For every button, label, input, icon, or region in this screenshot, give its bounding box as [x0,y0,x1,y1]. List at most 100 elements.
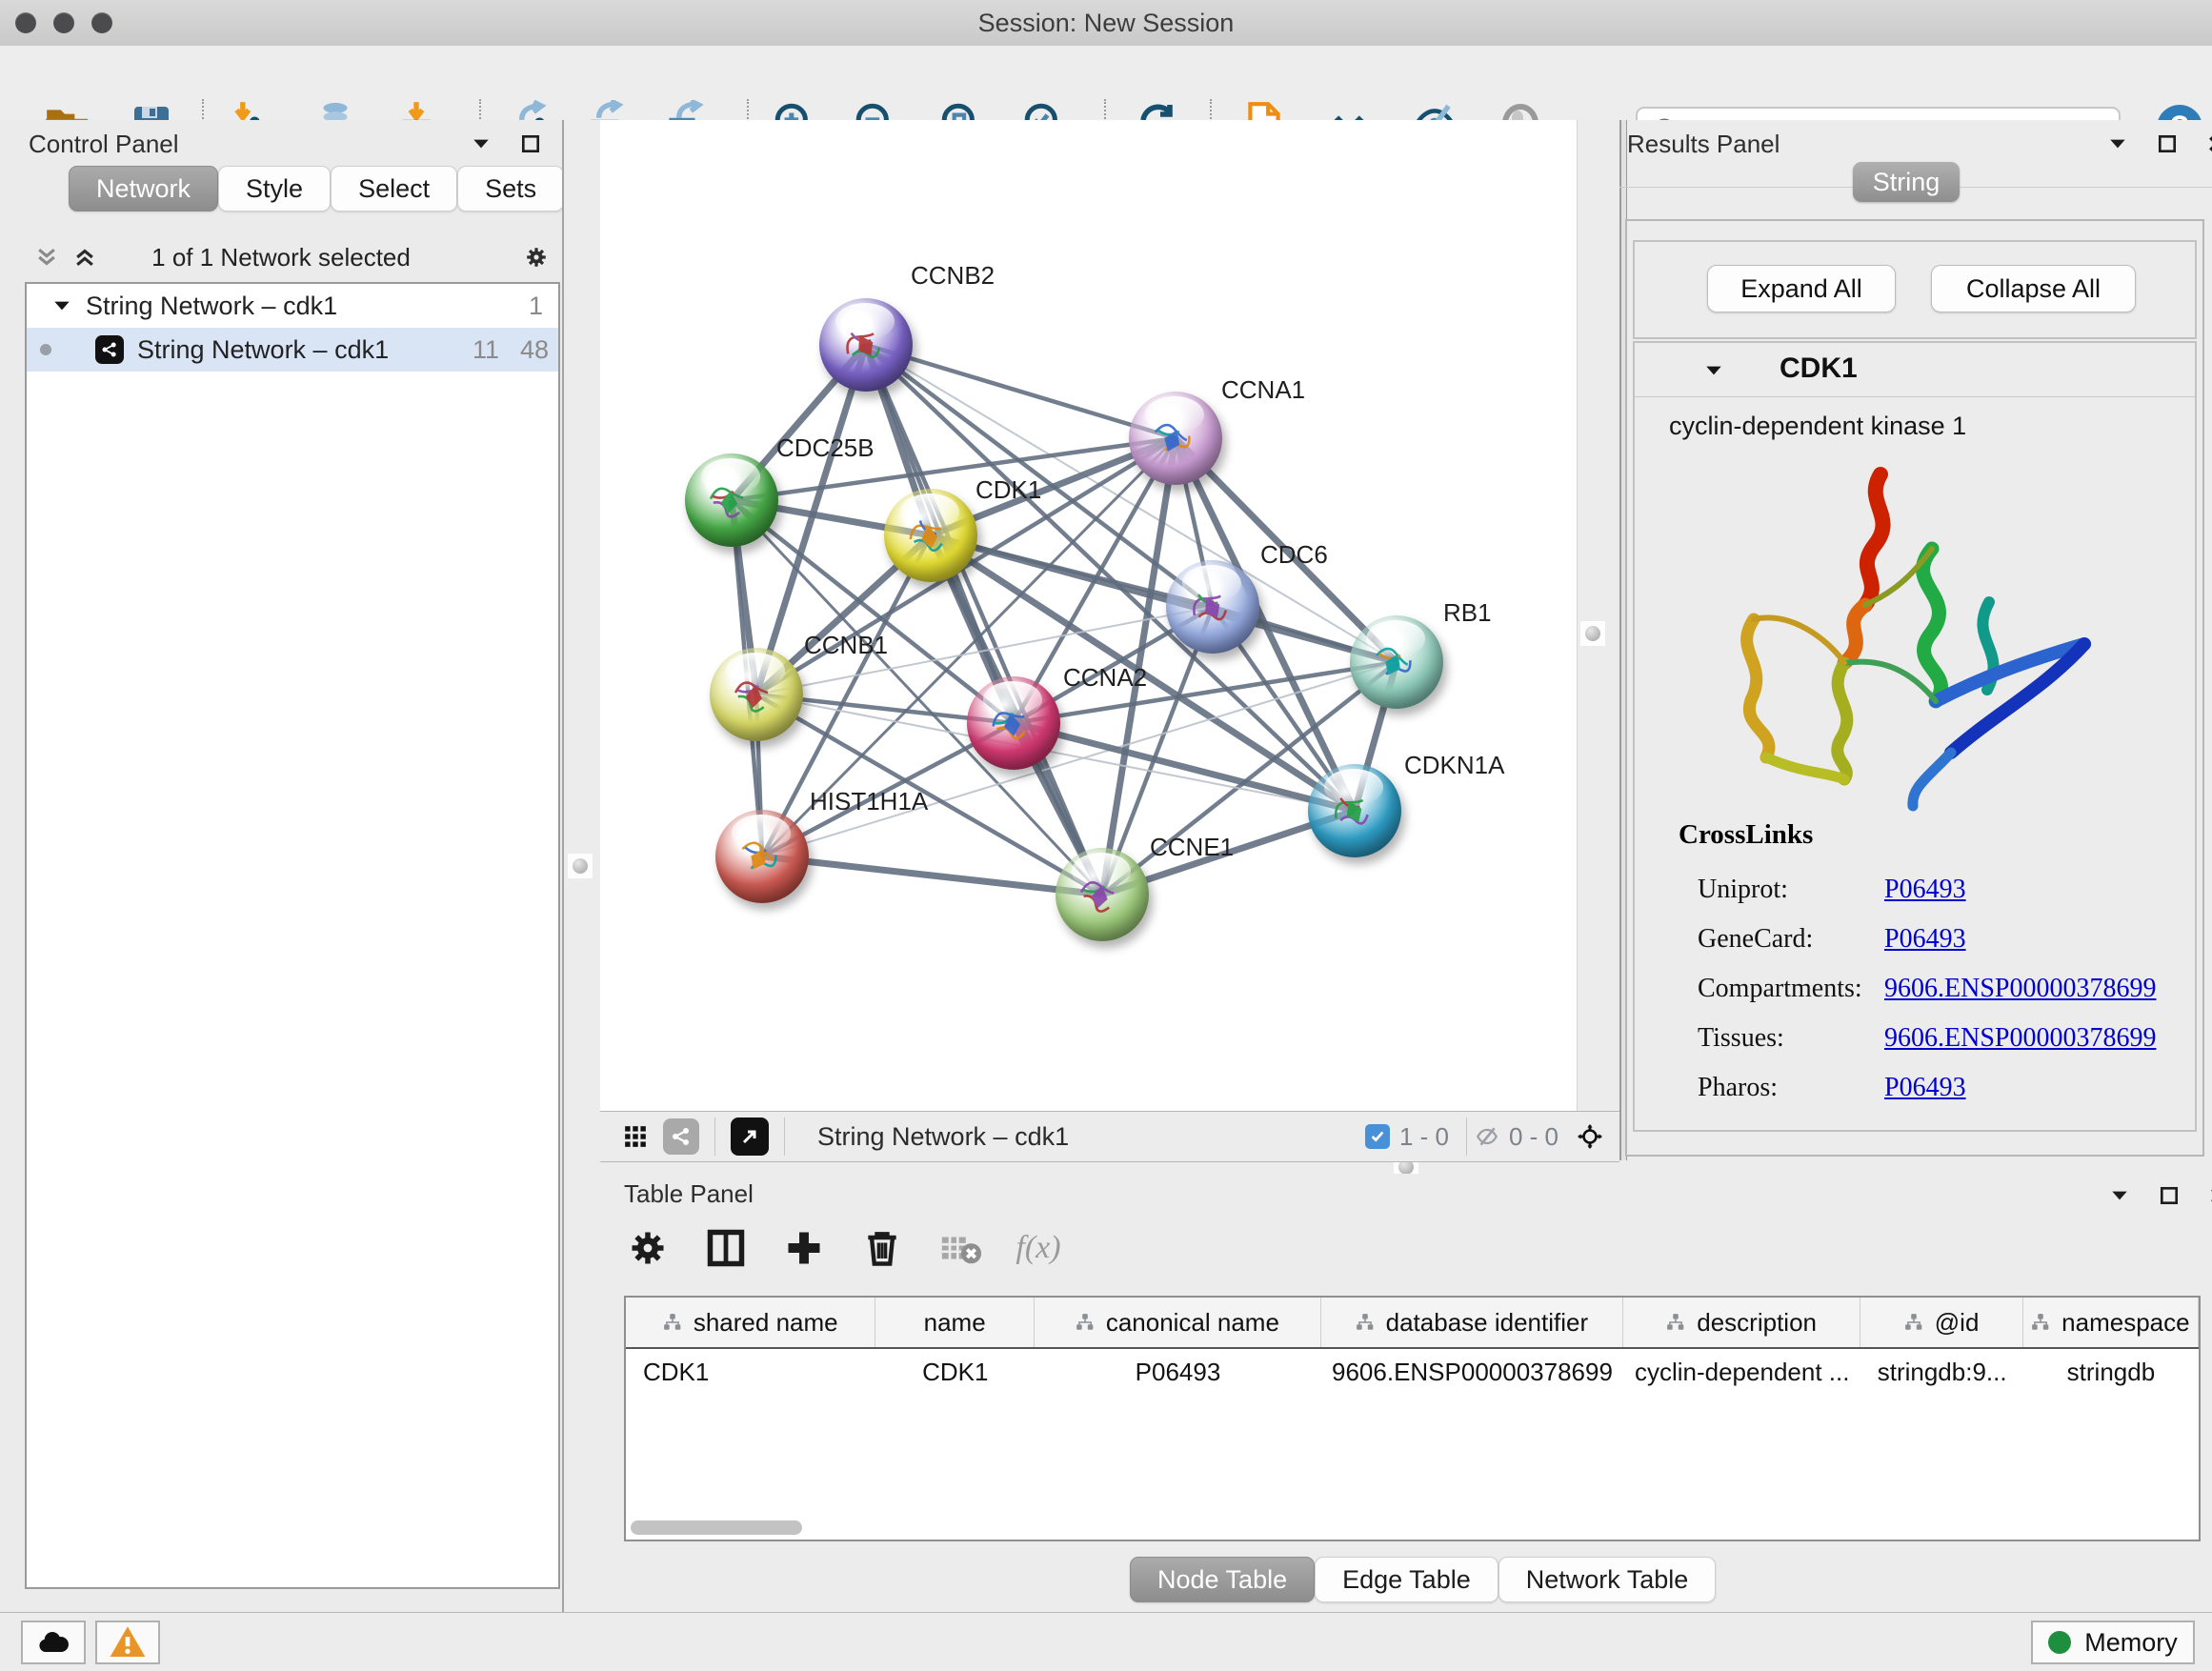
table-cell[interactable]: stringdb:9... [1860,1349,2022,1395]
memory-label: Memory [2084,1628,2178,1658]
status-bar: Memory [0,1612,2212,1671]
crosslink-link[interactable]: 9606.ENSP00000378699 [1884,1023,2156,1054]
float-panel-icon[interactable] [518,131,543,156]
network-node-CCNA1[interactable] [1129,392,1222,485]
tab-edge-table[interactable]: Edge Table [1315,1557,1498,1602]
tab-string[interactable]: String [1853,162,1960,202]
open-in-window-icon[interactable] [731,1117,769,1156]
column-header-canonical-name[interactable]: canonical name [1035,1298,1321,1347]
tab-node-table[interactable]: Node Table [1130,1557,1315,1602]
birds-eye-view-icon[interactable] [1578,1124,1602,1149]
tab-network-table[interactable]: Network Table [1498,1557,1717,1602]
collection-label: String Network – cdk1 [86,292,337,321]
network-edges [600,120,1577,1111]
float-panel-icon[interactable] [2155,131,2180,156]
protein-structure-thumbnail [979,692,1040,753]
protein-structure-thumbnail [697,469,758,530]
delete-table-icon[interactable] [936,1224,984,1272]
table-cell[interactable]: cyclin-dependent ... [1623,1349,1861,1395]
share-view-icon[interactable] [663,1118,699,1155]
function-builder-icon[interactable]: f(x) [1015,1224,1062,1272]
warning-status-icon[interactable] [95,1621,160,1664]
tab-sets[interactable]: Sets [457,166,564,211]
column-header-shared-name[interactable]: shared name [626,1298,875,1347]
table-cell[interactable]: CDK1 [626,1349,876,1395]
crosslink-link[interactable]: P06493 [1884,924,1966,955]
table-options-gear-icon[interactable] [624,1224,672,1272]
cloud-status-icon[interactable] [21,1621,86,1664]
network-collection-row[interactable]: String Network – cdk1 1 [27,284,558,328]
right-splitter-handle[interactable] [1580,621,1605,646]
hidden-counts: 0 - 0 [1509,1122,1558,1152]
protein-structure-thumbnail [1320,779,1381,840]
network-node-CDK1[interactable] [884,489,977,582]
selected-nodes-checkbox-icon[interactable] [1365,1124,1390,1149]
protein-structure-thumbnail [896,504,957,565]
network-options-gear-icon[interactable] [524,245,549,270]
network-node-CDKN1A[interactable] [1308,764,1401,857]
gene-description: cyclin-dependent kinase 1 [1669,412,1966,441]
network-canvas[interactable]: CCNB2CCNA1CDC25BCDK1CDC6RB1CCNB1CCNA2CDK… [600,120,1577,1111]
window-title: Session: New Session [0,9,2212,38]
panel-menu-icon[interactable] [2105,131,2130,156]
network-node-CDC6[interactable] [1166,560,1259,654]
close-panel-icon[interactable] [2204,131,2212,156]
panel-menu-icon[interactable] [469,131,493,156]
crosslink-row: Compartments:9606.ENSP00000378699 [1698,964,2174,1014]
gene-section-header[interactable]: CDK1 [1635,343,2195,397]
table-cell[interactable]: stringdb [2023,1349,2199,1395]
collapse-all-button[interactable]: Collapse All [1931,265,2136,312]
grid-view-icon[interactable] [623,1124,648,1149]
crosslink-link[interactable]: P06493 [1884,875,1966,905]
protein-structure-thumbnail [1362,631,1423,692]
column-header--id[interactable]: @id [1860,1298,2022,1347]
collection-expand-caret-icon[interactable] [51,295,72,316]
network-node-RB1[interactable] [1350,615,1443,709]
delete-column-icon[interactable] [858,1224,906,1272]
create-column-icon[interactable] [780,1224,828,1272]
results-panel: Results Panel String Expand All Collapse… [1627,120,2212,1170]
table-cell[interactable]: 9606.ENSP00000378699 [1321,1349,1623,1395]
column-header-namespace[interactable]: namespace [2023,1298,2199,1347]
float-panel-icon[interactable] [2157,1183,2182,1208]
left-splitter-handle[interactable] [568,854,593,878]
table-row[interactable]: CDK1CDK1P064939606.ENSP00000378699cyclin… [626,1349,2199,1395]
expand-all-button[interactable]: Expand All [1707,265,1896,312]
node-table: shared name name canonical namedatabase id… [624,1296,2201,1541]
network-view-toolbar: String Network – cdk1 1 - 0 0 - 0 [600,1111,1619,1162]
show-columns-icon[interactable] [702,1224,750,1272]
node-label-CDC25B: CDC25B [776,433,875,463]
node-label-CDK1: CDK1 [975,475,1041,505]
control-panel: Control Panel NetworkStyleSelectSets 1 o… [0,120,562,1612]
tab-network[interactable]: Network [69,166,218,211]
network-node-CCNA2[interactable] [967,676,1060,770]
column-header-database-identifier[interactable]: database identifier [1321,1298,1623,1347]
network-node-CCNE1[interactable] [1056,848,1149,941]
column-header-description[interactable]: description [1623,1298,1861,1347]
column-header-label: namespace [2061,1308,2189,1338]
crosslink-link[interactable]: P06493 [1884,1073,1966,1103]
column-header-name[interactable]: name [875,1298,1034,1347]
network-node-HIST1H1A[interactable] [715,810,809,903]
table-horizontal-scrollbar[interactable] [631,1520,802,1535]
tab-select[interactable]: Select [331,166,457,211]
tab-style[interactable]: Style [218,166,331,211]
gene-collapse-caret-icon[interactable] [1703,360,1724,381]
crosslink-row: Pharos:P06493 [1698,1063,2174,1113]
table-cell[interactable]: P06493 [1035,1349,1321,1395]
close-panel-icon[interactable] [2206,1183,2212,1208]
network-node-CCNB1[interactable] [710,648,803,741]
network-edge-HIST1H1A-CCNE1[interactable] [762,856,1102,895]
column-header-label: name [924,1308,986,1338]
crosslink-link[interactable]: 9606.ENSP00000378699 [1884,974,2156,1004]
column-header-label: shared name [694,1308,838,1338]
network-node-CCNB2[interactable] [819,298,913,392]
table-cell[interactable]: CDK1 [876,1349,1035,1395]
table-header-row: shared name name canonical namedatabase id… [626,1298,2199,1349]
hidden-eye-icon [1475,1124,1499,1149]
memory-button[interactable]: Memory [2031,1621,2195,1664]
network-node-CDC25B[interactable] [685,453,778,547]
network-row[interactable]: String Network – cdk1 11 48 [27,328,558,372]
panel-menu-icon[interactable] [2107,1183,2132,1208]
network-node-count: 11 [473,335,499,365]
